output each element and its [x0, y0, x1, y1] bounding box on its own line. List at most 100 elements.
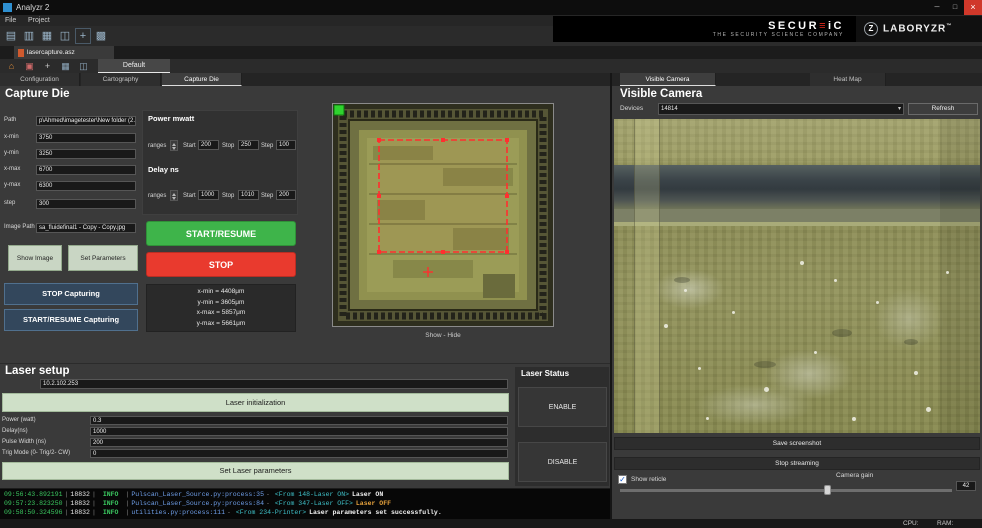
menu-file[interactable]: File: [5, 17, 16, 24]
step-input[interactable]: 300: [36, 199, 136, 209]
maximize-button[interactable]: □: [946, 0, 964, 15]
show-reticle-checkbox[interactable]: ✓: [618, 475, 627, 484]
power-mwatt-header: Power mwatt: [148, 114, 195, 123]
camera-speck: [800, 261, 804, 265]
camera-feed[interactable]: [614, 119, 980, 433]
status-bar: CPU: RAM:: [0, 519, 982, 528]
start-resume-button[interactable]: START/RESUME: [146, 221, 296, 246]
secureic-name-left: SECUR: [768, 19, 820, 32]
open-project-icon[interactable]: ▥: [21, 28, 37, 44]
power-start-input[interactable]: 200: [198, 140, 219, 150]
enable-button[interactable]: ENABLE: [518, 387, 607, 427]
delay-ranges-spinner[interactable]: [170, 190, 178, 201]
y-min-input[interactable]: 3250: [36, 149, 136, 159]
close-button[interactable]: ×: [964, 0, 982, 15]
delay-start-label: Start: [183, 193, 196, 199]
console-log[interactable]: 09:56:43.892191 | 18832 | INFO | Pulscan_Laser…: [0, 488, 610, 519]
image-tool-icon[interactable]: ▣: [22, 60, 37, 72]
delay-step-label: Step: [261, 193, 274, 199]
save-screenshot-button[interactable]: Save screenshot: [614, 437, 980, 450]
path-label: Path: [4, 117, 17, 123]
path-input[interactable]: p\Ahmed\imagetester\New folder (2...: [36, 116, 136, 126]
refresh-button[interactable]: Refresh: [908, 103, 978, 115]
image-path-input[interactable]: sa_fluidefinal1 - Copy - Copy.jpg: [36, 223, 136, 233]
power-watt-input[interactable]: 0.3: [90, 416, 508, 425]
document-tab-bar: lasercapture.asz: [0, 46, 982, 59]
app-window: Analyzr 2 ─ □ × File Project ▤ ▥ ▦ ◫ + ▩…: [0, 0, 982, 528]
power-ranges-label: ranges: [148, 143, 167, 149]
add-icon[interactable]: +: [40, 60, 55, 72]
tab-cartography[interactable]: Cartography: [81, 73, 161, 86]
laser-ip-input[interactable]: 10.2.102.253: [40, 379, 508, 389]
tab-default-profile[interactable]: Default: [98, 59, 170, 73]
laser-status-title: Laser Status: [521, 369, 570, 378]
set-laser-parameters-button[interactable]: Set Laser parameters: [2, 462, 509, 480]
camera-gain-slider-handle[interactable]: [824, 485, 831, 495]
pulse-width-label: Pulse Width (ns): [2, 439, 47, 445]
camera-speck: [814, 351, 817, 354]
grid-view-icon[interactable]: ▦: [58, 60, 73, 72]
camera-speck: [926, 407, 931, 412]
power-ranges-spinner[interactable]: [170, 140, 178, 151]
die-image[interactable]: [333, 104, 553, 326]
power-step-input[interactable]: 100: [276, 140, 296, 150]
delay-ns-input[interactable]: 1000: [90, 427, 508, 436]
check-icon: ✓: [619, 475, 626, 484]
new-file-icon[interactable]: ▤: [3, 28, 19, 44]
camera-speck: [732, 311, 735, 314]
pulse-width-input[interactable]: 200: [90, 438, 508, 447]
die-view[interactable]: [332, 103, 554, 327]
power-stop-input[interactable]: 250: [238, 140, 259, 150]
menu-project[interactable]: Project: [28, 17, 50, 24]
y-max-input[interactable]: 6300: [36, 181, 136, 191]
move-tool-icon[interactable]: +: [75, 28, 91, 44]
disable-button[interactable]: DISABLE: [518, 442, 607, 482]
scan-region-overlay[interactable]: [377, 138, 509, 254]
camera-speck: [698, 367, 701, 370]
save-project-icon[interactable]: ▦: [39, 28, 55, 44]
tab-heat-map[interactable]: Heat Map: [810, 73, 886, 86]
asz-file-icon: [18, 48, 24, 57]
show-image-button[interactable]: Show Image: [8, 245, 62, 271]
show-hide-toggle[interactable]: Show - Hide: [332, 332, 554, 339]
laboryzr-z-icon: Z: [864, 22, 878, 36]
tab-capture-die[interactable]: Capture Die: [162, 73, 242, 86]
laser-initialization-button[interactable]: Laser initialization: [2, 393, 509, 412]
camera-gain-label: Camera gain: [836, 472, 874, 479]
log-line: 09:56:43.892191 | 18832 | INFO | Pulscan_Laser…: [4, 491, 384, 498]
camera-dark-blob: [904, 339, 918, 345]
panel-separator: [610, 73, 612, 519]
panes-view-icon[interactable]: ◫: [76, 60, 91, 72]
x-min-input[interactable]: 3750: [36, 133, 136, 143]
tab-visible-camera[interactable]: Visible Camera: [620, 73, 716, 86]
log-line: 09:58:50.324596 | 18832 | INFO | utilities.py:…: [4, 509, 442, 516]
window-title: Analyzr 2: [16, 3, 50, 12]
home-icon[interactable]: ⌂: [4, 60, 19, 72]
camera-gain-value[interactable]: 42: [956, 481, 976, 491]
laboryzr-name: LABORYZR: [883, 23, 947, 35]
show-reticle-label: Show reticle: [631, 476, 667, 483]
trig-mode-input[interactable]: 0: [90, 449, 508, 458]
image-path-label: Image Path: [4, 224, 35, 230]
camera-dark-blob: [674, 277, 690, 283]
minimize-button[interactable]: ─: [928, 0, 946, 15]
devices-selected-value: 14814: [661, 106, 678, 112]
delay-step-input[interactable]: 200: [276, 190, 296, 200]
delay-start-input[interactable]: 1000: [198, 190, 219, 200]
scan-info-box: x-min = 4408μm y-min = 3605μm x-max = 58…: [146, 284, 296, 332]
stop-capturing-button[interactable]: STOP Capturing: [4, 283, 138, 305]
window-split-icon[interactable]: ◫: [57, 28, 73, 44]
document-tab[interactable]: lasercapture.asz: [14, 46, 114, 59]
camera-gain-slider[interactable]: [620, 489, 952, 492]
x-max-input[interactable]: 6700: [36, 165, 136, 175]
stop-button[interactable]: STOP: [146, 252, 296, 277]
secureic-name-right: iC: [828, 19, 844, 32]
devices-select[interactable]: 14814 ▾: [658, 103, 904, 115]
set-parameters-button[interactable]: Set Parameters: [68, 245, 138, 271]
screens-grid-icon[interactable]: ▩: [93, 28, 109, 44]
tab-configuration[interactable]: Configuration: [0, 73, 80, 86]
delay-ranges-label: ranges: [148, 193, 167, 199]
delay-stop-input[interactable]: 1010: [238, 190, 259, 200]
start-resume-capturing-button[interactable]: START/RESUME Capturing: [4, 309, 138, 331]
stop-streaming-button[interactable]: Stop streaming: [614, 457, 980, 470]
